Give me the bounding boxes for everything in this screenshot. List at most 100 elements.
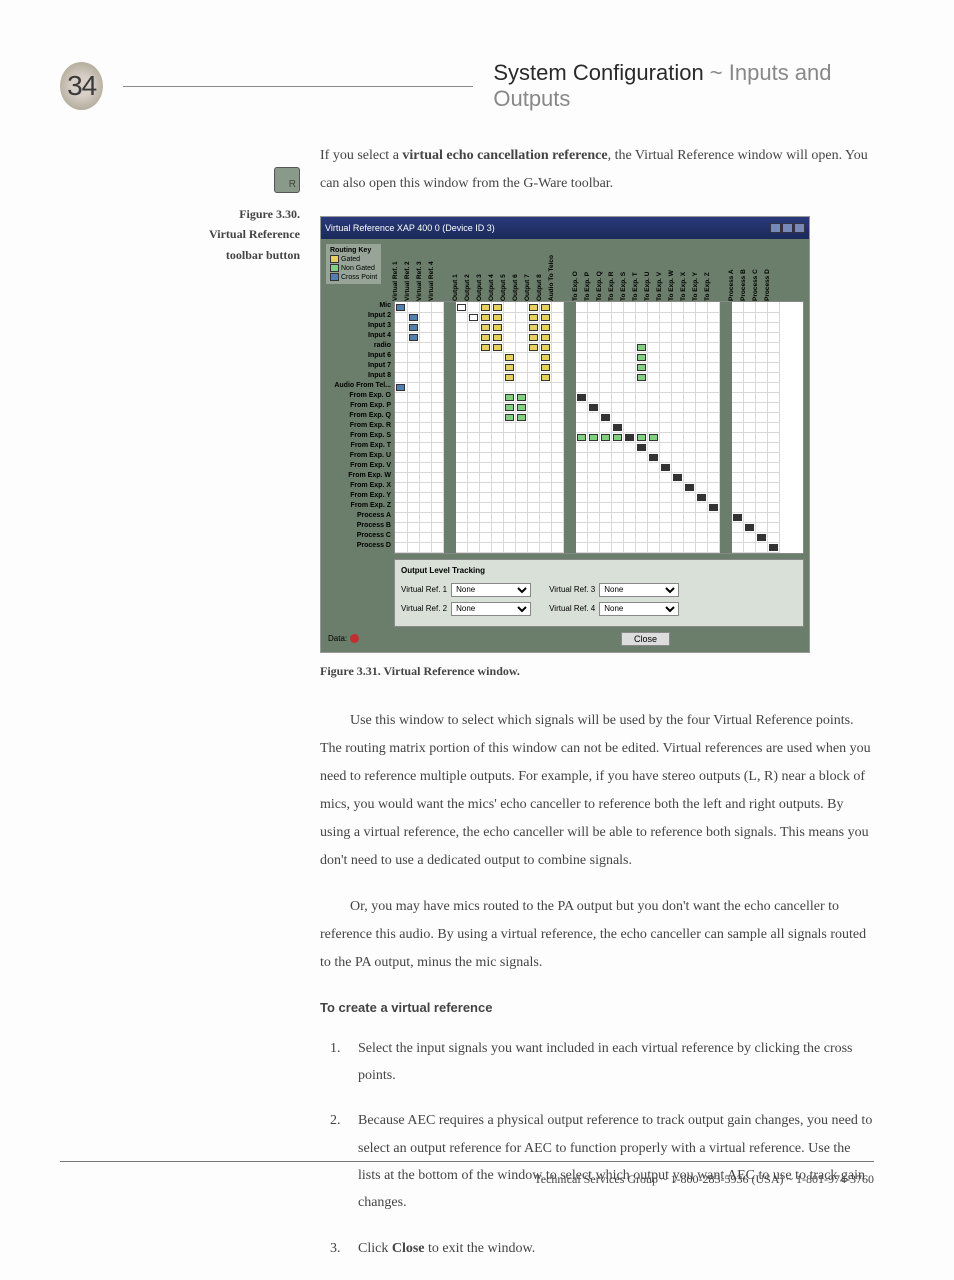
crosspoint[interactable] [529,324,538,331]
crosspoint[interactable] [505,374,514,381]
footer-rule [60,1161,874,1162]
crosspoint[interactable] [505,394,514,401]
data-label: Data: [328,634,347,643]
crosspoint[interactable] [481,344,490,351]
crosspoint[interactable] [505,404,514,411]
crosspoint[interactable] [481,324,490,331]
crosspoint[interactable] [505,414,514,421]
crosspoint[interactable] [481,334,490,341]
vr4-label: Virtual Ref. 4 [549,601,595,617]
crosspoint[interactable] [541,304,550,311]
vr3-select[interactable]: None [599,583,679,597]
row-label: From Exp. R [326,421,394,431]
row-label: Process A [326,511,394,521]
crosspoint[interactable] [517,404,526,411]
col-label: Process D [761,289,774,301]
col-label: Virtual Ref. 4 [425,289,438,301]
row-label: Input 2 [326,311,394,321]
crosspoint[interactable] [457,304,466,311]
output-level-tracking-panel: Output Level Tracking Virtual Ref. 1None… [394,559,804,627]
crosspoint[interactable] [493,304,502,311]
page-title: System Configuration ~ Inputs and Output… [493,60,874,112]
crosspoint[interactable] [409,314,418,321]
crosspoint[interactable] [529,314,538,321]
crosspoint[interactable] [469,314,478,321]
crosspoint[interactable] [637,434,646,441]
window-buttons [770,223,805,233]
title-strong: System Configuration [493,60,703,85]
window-title: Virtual Reference XAP 400 0 (Device ID 3… [325,219,495,237]
col-label: To Exp. Z [701,289,714,301]
crosspoint[interactable] [493,324,502,331]
crosspoint[interactable] [541,324,550,331]
routing-matrix: MicInput 2Input 3Input 4radioInput 6Inpu… [326,253,804,554]
crosspoint[interactable] [541,334,550,341]
page-footer: Technical Services Group ~ 1-800-283-593… [60,1161,874,1187]
row-label: radio [326,341,394,351]
close-button[interactable]: Close [621,632,670,646]
matrix-col-labels: Virtual Ref. 1Virtual Ref. 2Virtual Ref.… [394,253,804,301]
crosspoint[interactable] [589,434,598,441]
crosspoint[interactable] [649,434,658,441]
col-label: Audio To Telco [545,289,558,301]
text: Click [358,1241,392,1256]
caption-line: Figure 3.30. [60,204,300,224]
maximize-icon[interactable] [782,223,793,233]
crosspoint[interactable] [541,344,550,351]
crosspoint[interactable] [529,304,538,311]
vr4-select[interactable]: None [599,602,679,616]
matrix-table [395,302,780,553]
crosspoint[interactable] [505,354,514,361]
crosspoint[interactable] [396,304,405,311]
window-body: Routing Key Gated Non Gated Cross Point … [321,239,809,652]
figure-3-30-caption: Figure 3.30. Virtual Reference toolbar b… [60,204,300,265]
row-label: From Exp. T [326,441,394,451]
crosspoint[interactable] [637,354,646,361]
header-rule [123,86,473,87]
body-paragraph: Use this window to select which signals … [320,707,874,875]
text: to exit the window. [425,1241,536,1256]
crosspoint[interactable] [481,304,490,311]
window-footer: Data: Close [326,631,804,647]
vr1-select[interactable]: None [451,583,531,597]
crosspoint[interactable] [493,334,502,341]
page-number-badge: 34 [60,62,103,110]
crosspoint[interactable] [541,314,550,321]
row-label: Input 4 [326,331,394,341]
row-label: From Exp. Q [326,411,394,421]
body-paragraph: Or, you may have mics routed to the PA o… [320,893,874,977]
intro-paragraph: If you select a virtual echo cancellatio… [320,142,874,198]
close-icon[interactable] [794,223,805,233]
vr2-select[interactable]: None [451,602,531,616]
row-label: From Exp. X [326,481,394,491]
crosspoint[interactable] [541,374,550,381]
crosspoint[interactable] [396,384,405,391]
minimize-icon[interactable] [770,223,781,233]
crosspoint[interactable] [529,334,538,341]
crosspoint[interactable] [541,354,550,361]
crosspoint[interactable] [493,344,502,351]
crosspoint[interactable] [493,314,502,321]
row-label: From Exp. Y [326,491,394,501]
matrix-grid [394,301,804,554]
subheading: To create a virtual reference [320,995,874,1021]
crosspoint[interactable] [613,434,622,441]
step-item: Select the input signals you want includ… [344,1035,874,1090]
crosspoint[interactable] [517,394,526,401]
crosspoint[interactable] [481,314,490,321]
row-label: Audio From Tel... [326,381,394,391]
crosspoint[interactable] [409,334,418,341]
crosspoint[interactable] [577,434,586,441]
row-label: From Exp. V [326,461,394,471]
crosspoint[interactable] [637,374,646,381]
crosspoint[interactable] [529,344,538,351]
crosspoint[interactable] [541,364,550,371]
crosspoint[interactable] [637,344,646,351]
crosspoint[interactable] [505,364,514,371]
crosspoint[interactable] [517,414,526,421]
footer-text: Technical Services Group ~ 1-800-283-593… [534,1172,874,1186]
crosspoint[interactable] [601,434,610,441]
crosspoint[interactable] [409,324,418,331]
crosspoint[interactable] [637,364,646,371]
row-label: From Exp. Z [326,501,394,511]
